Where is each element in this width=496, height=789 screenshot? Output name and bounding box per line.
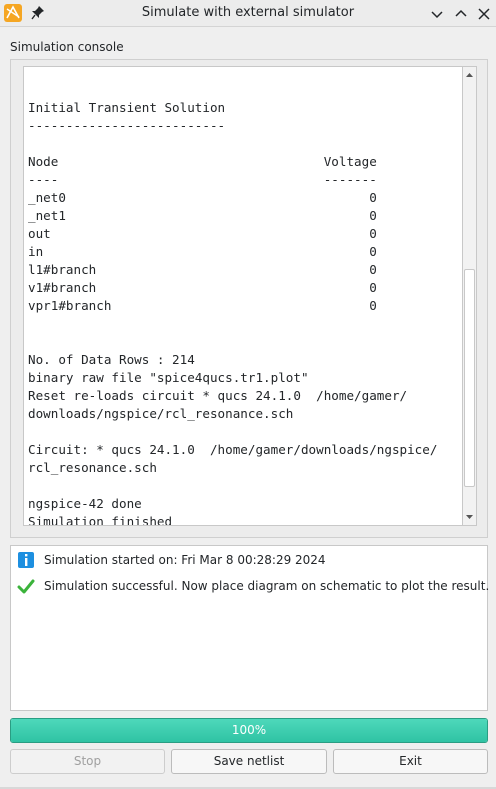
progress-label: 100% — [231, 723, 267, 737]
console-scrollbar[interactable] — [463, 66, 477, 526]
stop-button[interactable]: Stop — [10, 749, 165, 774]
window-title: Simulate with external simulator — [141, 5, 355, 20]
message-text: Simulation started on: Fri Mar 8 00:28:2… — [44, 553, 326, 567]
pin-icon[interactable] — [31, 5, 45, 21]
list-item: Simulation started on: Fri Mar 8 00:28:2… — [17, 550, 326, 570]
console-text: Initial Transient Solution -------------… — [28, 100, 438, 526]
qucs-app-icon[interactable] — [4, 4, 22, 22]
close-icon[interactable] — [475, 5, 493, 23]
save-netlist-button[interactable]: Save netlist — [171, 749, 327, 774]
progress-bar: 100% — [10, 718, 488, 743]
list-item: Simulation successful. Now place diagram… — [17, 576, 489, 596]
checkmark-icon — [17, 577, 35, 595]
scroll-up-arrow-icon[interactable] — [463, 68, 476, 82]
console-frame: Initial Transient Solution -------------… — [10, 59, 488, 538]
message-text: Simulation successful. Now place diagram… — [44, 579, 490, 593]
console-label: Simulation console — [10, 40, 124, 54]
chevron-down-icon[interactable] — [428, 5, 446, 23]
scroll-down-arrow-icon[interactable] — [463, 510, 476, 524]
console-output[interactable]: Initial Transient Solution -------------… — [23, 66, 463, 526]
info-icon — [17, 551, 35, 569]
message-list[interactable]: Simulation started on: Fri Mar 8 00:28:2… — [10, 545, 489, 711]
exit-button[interactable]: Exit — [333, 749, 488, 774]
chevron-up-icon[interactable] — [452, 5, 470, 23]
scroll-thumb[interactable] — [464, 269, 475, 487]
title-bar: Simulate with external simulator — [0, 0, 496, 27]
